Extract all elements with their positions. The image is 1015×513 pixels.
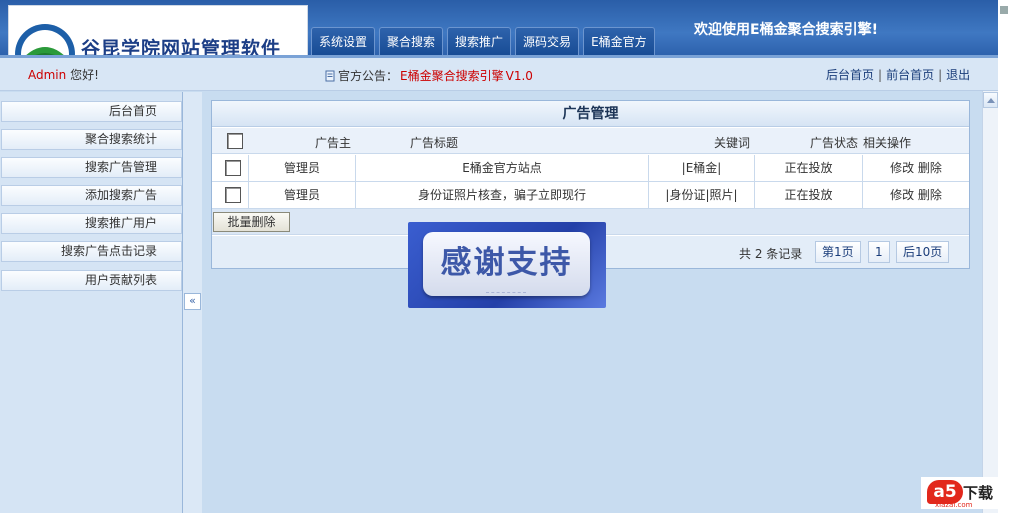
user-greeting: Admin 您好! [28, 66, 99, 83]
watermark-url: xiazai.com [935, 501, 973, 509]
window-edge [998, 0, 1015, 513]
cell-advertiser: 管理员 [248, 182, 355, 209]
panel-title: 广告管理 [212, 101, 969, 127]
record-count: 共 2 条记录 [739, 247, 803, 261]
thanks-banner: 感谢支持 [408, 222, 606, 308]
row-checkbox[interactable] [225, 160, 241, 176]
select-all-checkbox[interactable] [227, 133, 243, 149]
logo: 谷昆学院网站管理软件 [8, 5, 308, 62]
sidebar-item-search-stats[interactable]: 聚合搜索统计 [1, 129, 182, 150]
announcement: 官方公告： E桶金聚合搜索引擎 V1.0 [324, 67, 533, 84]
username: Admin [28, 68, 67, 82]
link-admin-home[interactable]: 后台首页 [826, 68, 874, 82]
column-ad-title: 广告标题 [410, 136, 459, 150]
edit-link[interactable]: 修改 [890, 161, 914, 175]
link-site-home[interactable]: 前台首页 [886, 68, 934, 82]
sidebar-item-contribution-list[interactable]: 用户贡献列表 [1, 270, 182, 291]
announcement-icon [325, 70, 335, 81]
greeting-text: 您好! [70, 68, 99, 82]
cell-keywords: |身份证|照片| [648, 182, 754, 209]
welcome-text: 欢迎使用E桶金聚合搜索引擎! [694, 22, 878, 38]
announcement-version: V1.0 [505, 68, 533, 83]
link-separator: | [938, 68, 943, 82]
edit-link[interactable]: 修改 [890, 188, 914, 202]
table-row: 管理员 E桶金官方站点 |E桶金| 正在投放 修改 删除 [212, 155, 969, 182]
column-advertiser: 广告主 [315, 136, 352, 150]
banner-text: 感谢支持 [423, 232, 590, 296]
bulk-delete-button[interactable]: 批量删除 [213, 212, 290, 232]
next-ten-pages-button[interactable]: 后10页 [896, 241, 950, 263]
link-logout[interactable]: 退出 [946, 68, 970, 82]
sidebar: 后台首页 聚合搜索统计 搜索广告管理 添加搜索广告 搜索推广用户 搜索广告点击记… [0, 92, 183, 513]
tab-search-promotion[interactable]: 搜索推广 [447, 27, 512, 55]
divider [0, 55, 998, 58]
tab-official[interactable]: E桶金官方 [583, 27, 655, 55]
info-bar: Admin 您好! 官方公告： E桶金聚合搜索引擎 V1.0 后台首页 | 前台首页… [0, 55, 998, 91]
top-links: 后台首页 | 前台首页 | 退出 [826, 66, 970, 83]
column-actions: 相关操作 [863, 136, 912, 150]
column-keywords: 关键词 [714, 136, 751, 150]
sidebar-item-click-records[interactable]: 搜索广告点击记录 [1, 241, 182, 262]
tab-system-settings[interactable]: 系统设置 [311, 27, 376, 55]
cell-ad-title: E桶金官方站点 [355, 155, 648, 182]
column-status: 广告状态 [810, 136, 859, 150]
announcement-label: 官方公告： [338, 69, 399, 83]
vertical-scrollbar[interactable] [982, 91, 998, 513]
cell-ad-title: 身份证照片核查，骗子立即现行 [355, 182, 648, 209]
collapse-sidebar-button[interactable]: « [184, 293, 201, 310]
row-checkbox[interactable] [225, 187, 241, 203]
cell-status: 正在投放 [754, 182, 862, 209]
cell-advertiser: 管理员 [248, 155, 355, 182]
tab-aggregate-search[interactable]: 聚合搜索 [379, 27, 444, 55]
tab-source-trade[interactable]: 源码交易 [515, 27, 580, 55]
delete-link[interactable]: 删除 [918, 188, 942, 202]
cell-actions: 修改 删除 [862, 182, 969, 209]
cell-status: 正在投放 [754, 155, 862, 182]
cell-keywords: |E桶金| [648, 155, 754, 182]
table-row: 管理员 身份证照片核查，骗子立即现行 |身份证|照片| 正在投放 修改 删除 [212, 182, 969, 209]
scroll-up-arrow-icon[interactable] [983, 92, 998, 108]
sidebar-item-add-ad[interactable]: 添加搜索广告 [1, 185, 182, 206]
sidebar-item-admin-home[interactable]: 后台首页 [1, 101, 182, 122]
watermark-text: 下载 [963, 484, 994, 502]
app-header: 谷昆学院网站管理软件 系统设置 聚合搜索 搜索推广 源码交易 E桶金官方 欢迎使… [0, 0, 998, 62]
page-number-button[interactable]: 1 [868, 241, 890, 263]
main-nav: 系统设置 聚合搜索 搜索推广 源码交易 E桶金官方 [311, 27, 655, 55]
sidebar-item-ad-management[interactable]: 搜索广告管理 [1, 157, 182, 178]
site-watermark: a5 下载 xiazai.com [921, 477, 1005, 509]
table-header: 广告主 广告标题 关键词 广告状态 相关操作 [212, 128, 969, 154]
sidebar-item-promotion-users[interactable]: 搜索推广用户 [1, 213, 182, 234]
first-page-button[interactable]: 第1页 [815, 241, 861, 263]
window-corner-icon [1000, 6, 1008, 14]
delete-link[interactable]: 删除 [918, 161, 942, 175]
link-separator: | [878, 68, 883, 82]
cell-actions: 修改 删除 [862, 155, 969, 182]
divider [486, 292, 526, 293]
announcement-title[interactable]: E桶金聚合搜索引擎 [400, 67, 504, 84]
